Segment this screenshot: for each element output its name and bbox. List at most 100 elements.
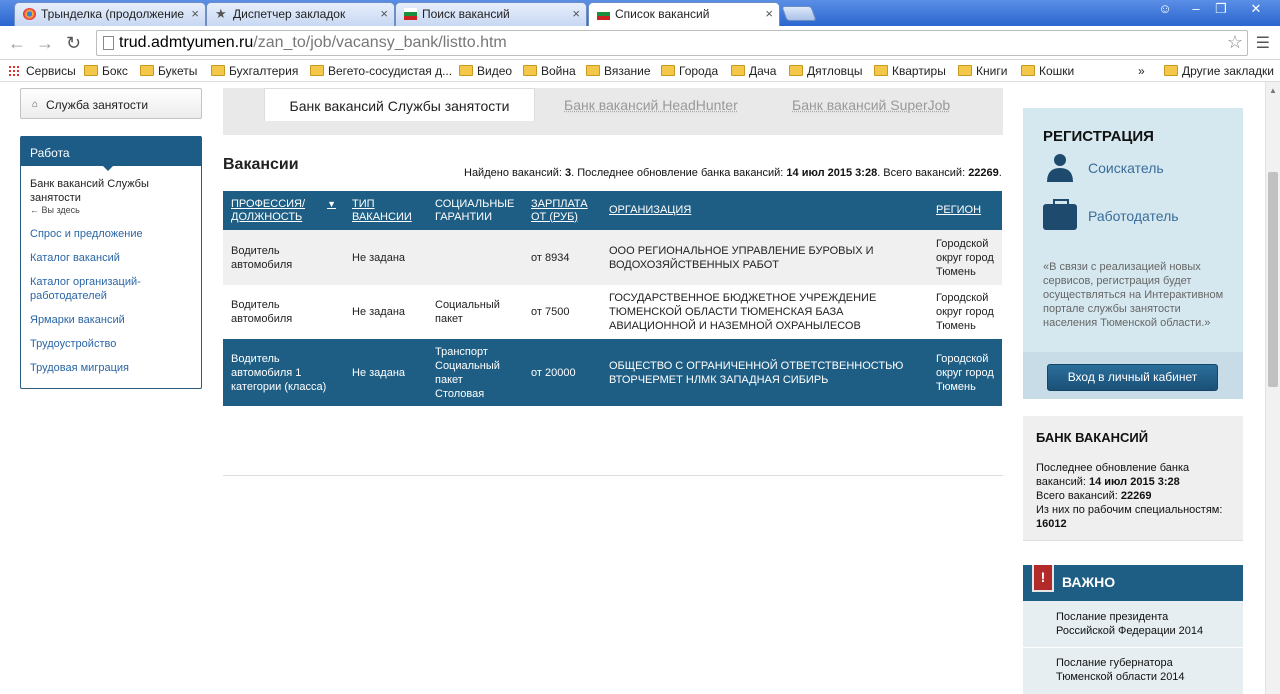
- person-icon: [1047, 154, 1073, 182]
- more-bookmarks-button[interactable]: »: [1138, 62, 1145, 80]
- cell-region: Городской округ город Тюмень: [928, 339, 1002, 406]
- close-tab-icon[interactable]: ×: [191, 3, 199, 25]
- nav-item[interactable]: Трудовая миграция: [30, 361, 129, 375]
- table-row-selected[interactable]: Водитель автомобиля 1 категории (класса)…: [223, 339, 1002, 406]
- vertical-scrollbar[interactable]: ▲: [1265, 82, 1280, 694]
- bank-title: БАНК ВАКАНСИЙ: [1036, 430, 1149, 445]
- cell-type: Не задана: [344, 285, 427, 339]
- minimize-button[interactable]: –: [1183, 0, 1209, 18]
- nav-section-header[interactable]: Работа: [21, 136, 201, 166]
- folder-icon: [586, 65, 600, 76]
- table-row[interactable]: Водитель автомобиля Не задана Социальный…: [223, 285, 1002, 339]
- bookmark-folder[interactable]: Война: [523, 62, 576, 80]
- reload-icon[interactable]: ↻: [66, 32, 81, 54]
- important-header: ! ВАЖНО: [1023, 565, 1243, 601]
- bookmark-apps[interactable]: Сервисы: [8, 62, 76, 80]
- nav-item[interactable]: Ярмарки вакансий: [30, 313, 125, 327]
- bookmarks-bar: Сервисы Бокс Букеты Бухгалтерия Вегето-с…: [0, 60, 1280, 82]
- nav-item[interactable]: Каталог вакансий: [30, 251, 120, 265]
- sort-down-icon[interactable]: ▼: [327, 198, 336, 211]
- important-link[interactable]: Послание президента Российской Федерации…: [1056, 610, 1206, 638]
- bookmark-folder[interactable]: Видео: [459, 62, 512, 80]
- bank-stats: Последнее обновление банка вакансий: 14 …: [1036, 462, 1223, 530]
- close-tab-icon[interactable]: ×: [380, 3, 388, 25]
- registration-note: «В связи с реализацией новых сервисов, р…: [1043, 261, 1224, 329]
- browser-tab[interactable]: Трынделка (продолжение ×: [14, 2, 206, 26]
- exclamation-icon: !: [1032, 565, 1054, 592]
- cell-region: Городской округ город Тюмень: [928, 230, 1002, 285]
- column-header-salary[interactable]: ЗАРПЛАТА ОТ (РУБ): [523, 191, 601, 230]
- bookmark-folder[interactable]: Букеты: [140, 62, 197, 80]
- bookmark-folder[interactable]: Кошки: [1021, 62, 1074, 80]
- folder-icon: [1021, 65, 1035, 76]
- bookmark-folder[interactable]: Города: [661, 62, 718, 80]
- bookmark-folder[interactable]: Книги: [958, 62, 1007, 80]
- user-icon[interactable]: ☺: [1152, 0, 1178, 18]
- column-header-organization[interactable]: ОРГАНИЗАЦИЯ: [601, 191, 928, 230]
- url-text: trud.admtyumen.ru/zan_to/job/vacansy_ban…: [119, 34, 507, 51]
- bookmark-star-icon[interactable]: ☆: [1227, 32, 1243, 53]
- tab-superjob[interactable]: Банк вакансий SuperJob: [792, 88, 950, 121]
- column-header-type[interactable]: ТИП ВАКАНСИИ: [344, 191, 427, 230]
- seeker-link[interactable]: Соискатель: [1088, 160, 1164, 176]
- browser-tab[interactable]: Поиск вакансий ×: [395, 2, 587, 26]
- cell-salary: от 7500: [523, 285, 601, 339]
- found-summary: Найдено вакансий: 3. Последнее обновлени…: [464, 167, 1002, 179]
- bookmark-folder[interactable]: Бокс: [84, 62, 128, 80]
- scroll-up-icon[interactable]: ▲: [1269, 86, 1277, 95]
- folder-icon: [661, 65, 675, 76]
- folder-icon: [1164, 65, 1178, 76]
- column-header-profession[interactable]: ▼ ПРОФЕССИЯ/ ДОЛЖНОСТЬ: [223, 191, 344, 230]
- browser-tab-active[interactable]: Список вакансий ×: [588, 2, 780, 26]
- scrollbar-thumb[interactable]: [1268, 172, 1278, 387]
- cell-profession: Водитель автомобиля: [223, 230, 344, 285]
- tab-employment-service[interactable]: Банк вакансий Службы занятости: [264, 88, 535, 121]
- other-bookmarks[interactable]: Другие закладки: [1164, 62, 1274, 80]
- login-button[interactable]: Вход в личный кабинет: [1047, 364, 1218, 391]
- column-header-region[interactable]: РЕГИОН: [928, 191, 1002, 230]
- folder-icon: [84, 65, 98, 76]
- cell-type: Не задана: [344, 339, 427, 406]
- home-icon: ⌂: [32, 99, 39, 110]
- close-tab-icon[interactable]: ×: [572, 3, 580, 25]
- browser-tab[interactable]: ★ Диспетчер закладок ×: [206, 2, 395, 26]
- employer-link[interactable]: Работодатель: [1088, 208, 1179, 224]
- cell-guarantees: [427, 230, 523, 285]
- tab-headhunter[interactable]: Банк вакансий HeadHunter: [564, 88, 738, 121]
- nav-item[interactable]: Спрос и предложение: [30, 227, 143, 241]
- forward-icon[interactable]: →: [36, 32, 54, 54]
- maximize-button[interactable]: ❐: [1208, 0, 1234, 18]
- cell-organization: ОБЩЕСТВО С ОГРАНИЧЕННОЙ ОТВЕТСТВЕННОСТЬЮ…: [601, 339, 928, 406]
- url-field[interactable]: trud.admtyumen.ru/zan_to/job/vacansy_ban…: [96, 30, 1248, 56]
- browser-tab-bar: Трынделка (продолжение × ★ Диспетчер зак…: [0, 0, 1280, 26]
- page-title: Вакансии: [223, 156, 299, 173]
- vacancy-bank-tabs: Банк вакансий Службы занятости Банк вака…: [223, 88, 1003, 135]
- menu-icon[interactable]: ☰: [1256, 33, 1270, 53]
- bookmark-folder[interactable]: Дача: [731, 62, 776, 80]
- you-are-here-label: ← Вы здесь: [30, 205, 80, 215]
- table-row[interactable]: Водитель автомобиля Не задана от 8934 ОО…: [223, 230, 1002, 285]
- left-nav: Работа Банк вакансий Службы занятости ← …: [20, 136, 202, 389]
- flag-icon: [597, 8, 610, 20]
- close-window-button[interactable]: ✕: [1236, 0, 1276, 18]
- chrome-icon: [23, 8, 36, 20]
- bookmark-folder[interactable]: Квартиры: [874, 62, 946, 80]
- apps-icon: [8, 65, 20, 77]
- address-toolbar: ← → ↻ trud.admtyumen.ru/zan_to/job/vacan…: [0, 26, 1280, 60]
- back-icon[interactable]: ←: [8, 32, 26, 54]
- bookmark-folder[interactable]: Бухгалтерия: [211, 62, 298, 80]
- bookmark-folder[interactable]: Вегето-сосудистая д...: [310, 62, 452, 80]
- close-tab-icon[interactable]: ×: [765, 3, 773, 25]
- folder-icon: [459, 65, 473, 76]
- new-tab-button[interactable]: [781, 6, 817, 21]
- divider: [1023, 647, 1243, 648]
- service-button[interactable]: ⌂ Служба занятости: [20, 88, 202, 119]
- cell-region: Городской округ город Тюмень: [928, 285, 1002, 339]
- bookmark-folder[interactable]: Вязание: [586, 62, 651, 80]
- nav-item[interactable]: Каталог организаций-работодателей: [30, 275, 170, 303]
- important-link[interactable]: Послание губернатора Тюменской области 2…: [1056, 656, 1206, 684]
- cell-salary: от 20000: [523, 339, 601, 406]
- nav-item[interactable]: Трудоустройство: [30, 337, 116, 351]
- bookmark-folder[interactable]: Дятловцы: [789, 62, 863, 80]
- important-panel: ! ВАЖНО Послание президента Российской Ф…: [1023, 565, 1243, 694]
